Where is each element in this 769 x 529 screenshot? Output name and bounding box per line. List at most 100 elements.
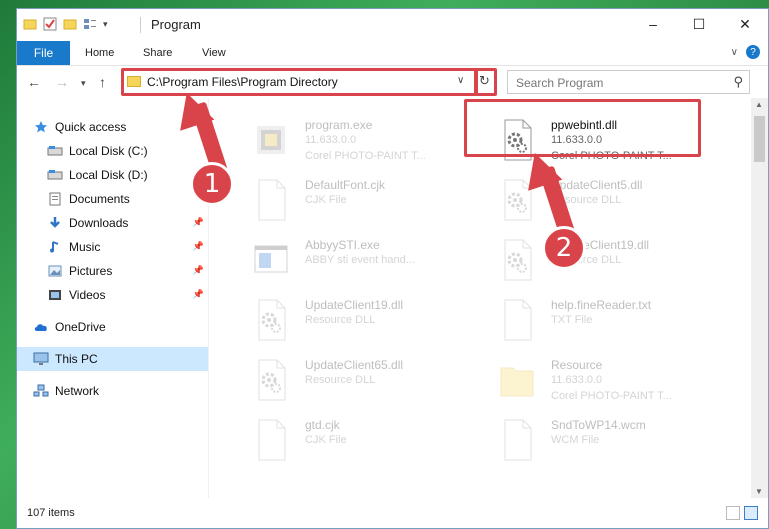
file-item[interactable]: SndToWP14.wcm WCM File (479, 410, 715, 468)
file-item[interactable]: help.fineReader.txt TXT File (479, 290, 715, 348)
forward-arrow-icon[interactable]: → (55, 74, 69, 90)
navigation-bar: ← → ▾ ↑ C:\Program Files\Program Directo… (17, 66, 768, 98)
scroll-up-icon[interactable]: ▲ (755, 100, 763, 109)
target-file-highlight (464, 99, 701, 157)
tab-file[interactable]: File (17, 41, 70, 65)
expand-ribbon-icon[interactable]: ∨ (731, 47, 738, 58)
folder-icon[interactable] (23, 17, 37, 31)
document-icon (47, 192, 63, 206)
drive-icon (47, 168, 63, 182)
scroll-down-icon[interactable]: ▼ (755, 487, 763, 496)
file-item[interactable]: gtd.cjk CJK File (233, 410, 469, 468)
file-item[interactable]: UpdateClient5.dll Resource DLL (479, 170, 715, 228)
sidebar-item-downloads[interactable]: Downloads 📌 (17, 211, 208, 235)
sidebar-item-music[interactable]: Music 📌 (17, 235, 208, 259)
close-button[interactable]: ✕ (722, 9, 768, 39)
step-2-badge: 2 (542, 226, 586, 270)
tab-share[interactable]: Share (143, 41, 172, 65)
file-name: Resource (551, 358, 603, 372)
file-description: Corel PHOTO-PAINT T... (305, 150, 426, 162)
file-type: CJK File (305, 434, 347, 446)
title-bar: ▾ Program – ☐ ✕ (17, 9, 768, 41)
recent-locations-icon[interactable]: ▾ (81, 78, 86, 89)
file-type: Resource DLL (305, 374, 376, 386)
sidebar-item-network[interactable]: Network (17, 379, 208, 403)
blank-file-icon (497, 418, 537, 462)
sidebar-item-documents[interactable]: Documents (17, 187, 208, 211)
file-name: UpdateClient65.dll (305, 358, 404, 372)
scroll-thumb[interactable] (754, 116, 765, 162)
tab-home[interactable]: Home (85, 41, 114, 65)
window-title: Program (151, 17, 201, 32)
file-type: WCM File (551, 434, 600, 446)
file-name: DefaultFont.cjk (305, 178, 386, 192)
status-bar: 107 items (17, 500, 768, 528)
blank-file-icon (497, 298, 537, 342)
details-view-icon[interactable] (726, 506, 740, 520)
pin-icon[interactable]: 📌 (193, 289, 204, 300)
file-item[interactable]: UpdateClient19.dll Resource DLL (479, 230, 715, 288)
search-input[interactable]: Search Program ⚲ (507, 70, 750, 94)
sidebar-item-label: Network (55, 384, 100, 398)
blank-file-icon (251, 418, 291, 462)
pin-icon[interactable]: 📌 (193, 265, 204, 276)
music-icon (47, 240, 63, 254)
sidebar-item-local-disk-c[interactable]: Local Disk (C:) (17, 139, 208, 163)
title-separator (140, 17, 141, 33)
large-icons-view-icon[interactable] (744, 506, 758, 520)
tab-view[interactable]: View (202, 41, 226, 65)
file-description: Corel PHOTO-PAINT T... (551, 390, 672, 402)
sidebar-item-pictures[interactable]: Pictures 📌 (17, 259, 208, 283)
file-name: program.exe (305, 118, 373, 132)
app-window-icon (251, 238, 291, 282)
sidebar-item-videos[interactable]: Videos 📌 (17, 283, 208, 307)
sidebar-item-label: Local Disk (D:) (69, 168, 148, 182)
sidebar-item-local-disk-d[interactable]: Local Disk (D:) (17, 163, 208, 187)
window-controls: – ☐ ✕ (630, 9, 768, 39)
search-icon[interactable]: ⚲ (733, 74, 743, 90)
sidebar-item-label: Quick access (55, 120, 127, 134)
back-arrow-icon[interactable]: ← (27, 74, 41, 90)
file-name: AbbyySTI.exe (305, 238, 380, 252)
star-icon (33, 120, 49, 134)
refresh-highlight (475, 68, 497, 96)
quick-access-toolbar: ▾ (23, 17, 108, 31)
file-name: gtd.cjk (305, 418, 340, 432)
sidebar-item-label: Local Disk (C:) (69, 144, 148, 158)
sidebar-item-label: Documents (69, 192, 130, 206)
address-highlight (121, 68, 477, 96)
dll-gear-icon (497, 238, 537, 282)
vertical-scrollbar[interactable]: ▲ ▼ (751, 98, 768, 498)
step-1-badge: 1 (190, 162, 234, 206)
file-item[interactable]: UpdateClient19.dll Resource DLL (233, 290, 469, 348)
view-toggle (726, 506, 758, 520)
file-name: SndToWP14.wcm (551, 418, 646, 432)
file-item[interactable]: AbbyySTI.exe ABBY sti event hand... (233, 230, 469, 288)
file-name: UpdateClient5.dll (551, 178, 643, 192)
maximize-button[interactable]: ☐ (676, 9, 722, 39)
file-type: TXT File (551, 314, 593, 326)
dll-gear-icon (251, 298, 291, 342)
file-name: help.fineReader.txt (551, 298, 652, 312)
file-type: 11.633.0.0 (305, 134, 357, 146)
pin-icon[interactable]: 📌 (193, 241, 204, 252)
sidebar-item-onedrive[interactable]: OneDrive (17, 315, 208, 339)
up-arrow-icon[interactable]: ↑ (99, 74, 106, 90)
sidebar-item-this-pc[interactable]: This PC (17, 347, 208, 371)
pin-icon[interactable]: 📌 (193, 217, 204, 228)
minimize-button[interactable]: – (630, 9, 676, 39)
properties-check-icon[interactable] (43, 17, 57, 31)
new-folder-icon[interactable] (63, 17, 77, 31)
item-count: 107 items (27, 507, 75, 519)
file-item[interactable]: UpdateClient65.dll Resource DLL (233, 350, 469, 408)
help-icon[interactable]: ? (746, 45, 760, 59)
download-icon (47, 216, 63, 230)
file-item[interactable]: DefaultFont.cjk CJK File (233, 170, 469, 228)
file-type: Resource DLL (305, 314, 376, 326)
chevron-down-icon[interactable]: ▾ (103, 19, 108, 30)
file-type: 11.633.0.0 (551, 374, 603, 386)
file-item[interactable]: Resource 11.633.0.0 Corel PHOTO-PAINT T... (479, 350, 715, 408)
ribbon-tabs: File Home Share View ∨ ? (17, 41, 768, 66)
file-item[interactable]: program.exe 11.633.0.0 Corel PHOTO-PAINT T… (233, 110, 469, 168)
customize-toolbar-icon[interactable] (83, 17, 97, 31)
